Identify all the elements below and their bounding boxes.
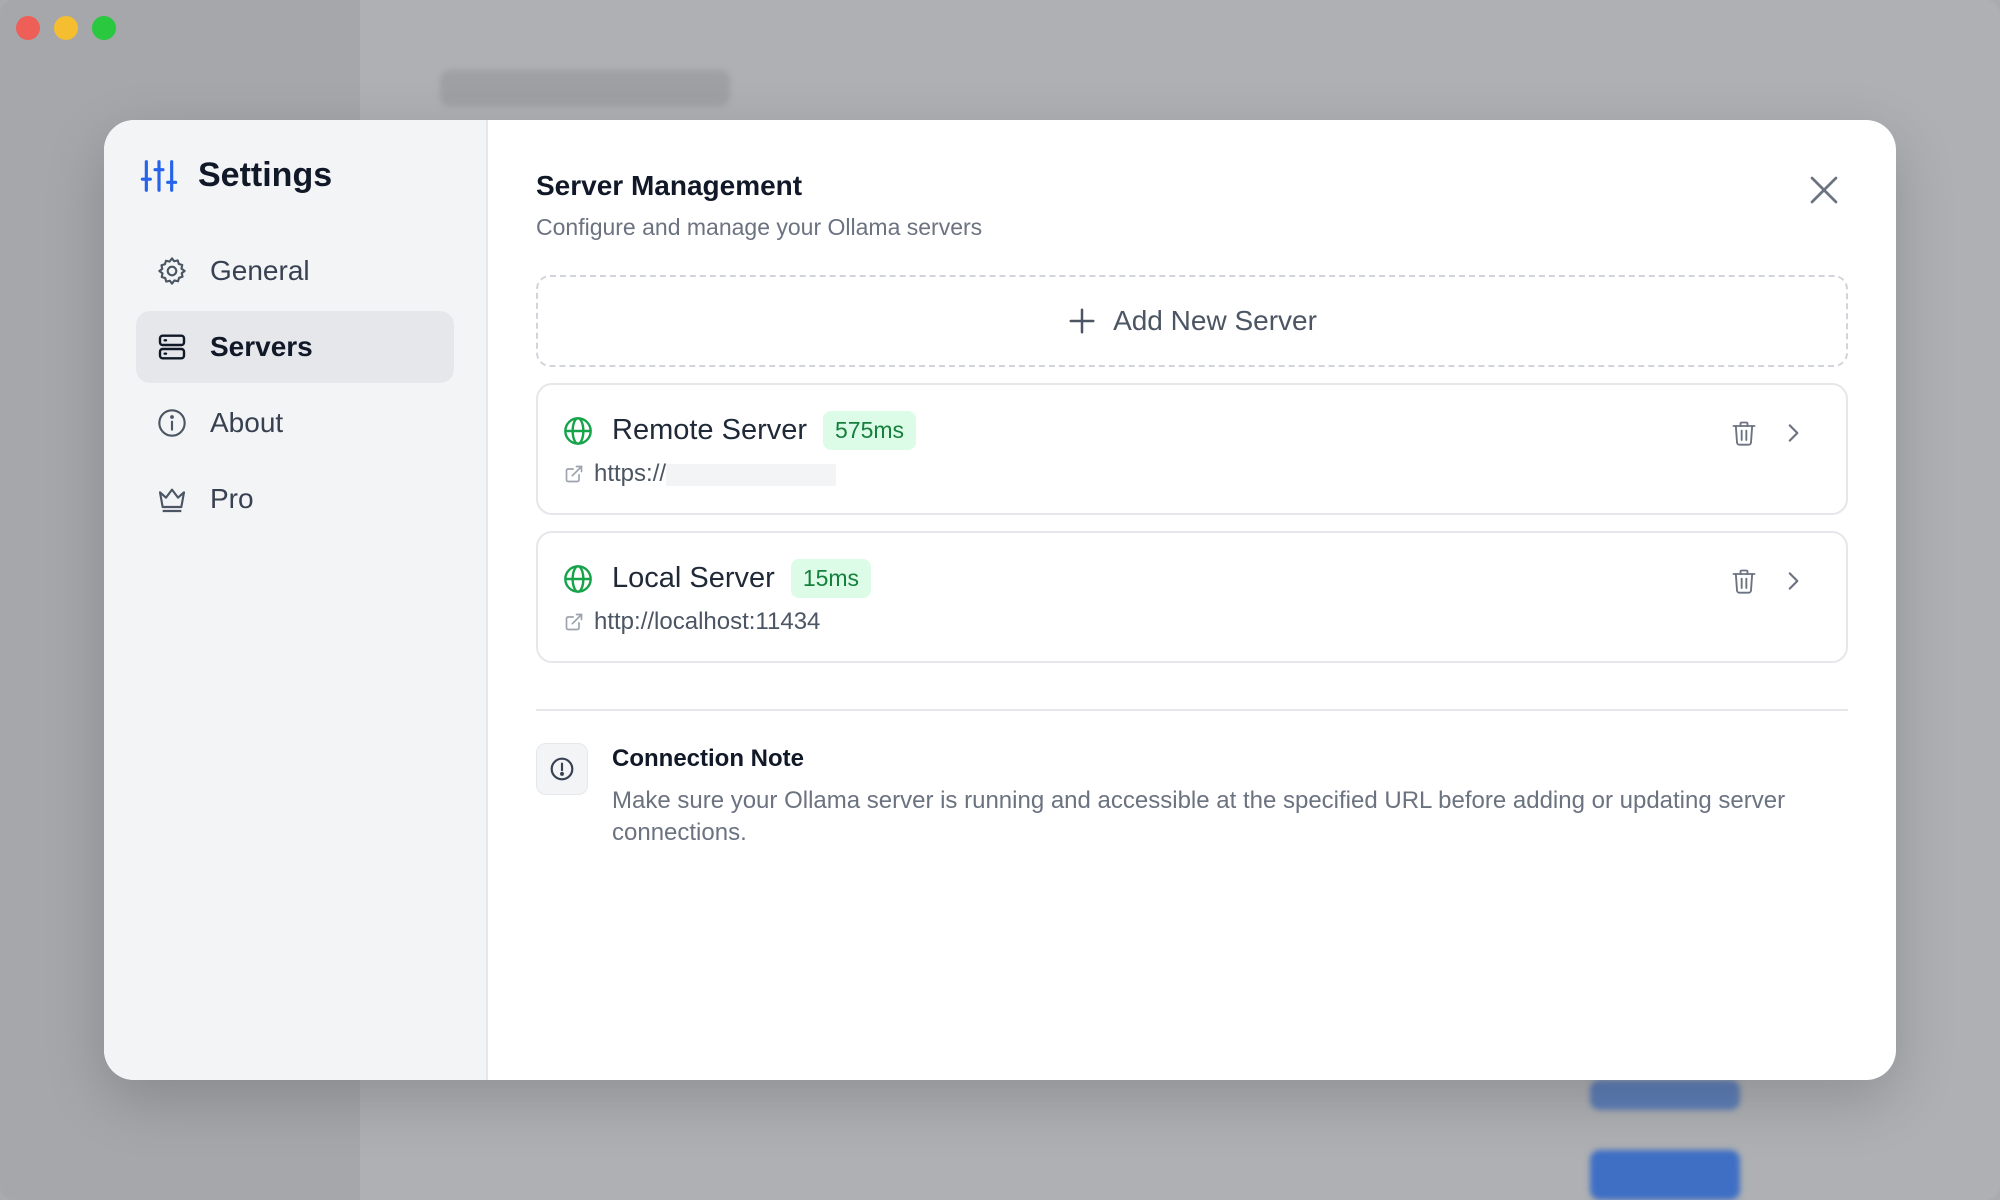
server-icon [158,334,186,360]
sidebar-item-label: Servers [210,331,313,362]
globe-icon [564,564,592,593]
settings-sidebar: Settings General Servers About Pro [104,120,488,1080]
close-window-button[interactable] [16,16,40,40]
info-icon [158,409,186,437]
server-management-panel: Server Management Configure and manage y… [488,120,1896,1080]
sidebar-title: Settings [198,156,333,194]
chevron-right-icon[interactable] [1780,420,1806,446]
close-icon[interactable] [1806,172,1842,208]
server-card-remote[interactable]: Remote Server 575ms https:// [536,383,1848,515]
server-card-local[interactable]: Local Server 15ms http://localhost:11434 [536,531,1848,663]
globe-icon [564,416,592,445]
server-url-text: https:// [594,460,667,487]
add-server-label: Add New Server [1113,305,1317,336]
sidebar-header: Settings [136,156,454,195]
plus-icon [1069,308,1095,334]
page-title: Server Management [536,170,803,201]
sliders-icon [140,159,178,192]
gear-icon [158,257,186,285]
app-window: Settings General Servers About Pro Serve… [0,0,2000,1200]
divider [536,709,1848,711]
server-name: Remote Server [612,414,808,446]
sidebar-item-label: About [210,407,284,438]
alert-circle-icon [550,757,574,781]
sidebar-item-about[interactable]: About [136,387,454,459]
latency-badge: 575ms [823,411,917,450]
settings-modal: Settings General Servers About Pro Serve… [104,120,1896,1080]
minimize-window-button[interactable] [54,16,78,40]
crown-icon [158,488,186,513]
server-url: http://localhost:11434 [594,608,821,635]
window-controls [16,16,116,40]
note-title: Connection Note [612,745,804,772]
sidebar-item-general[interactable]: General [136,235,454,307]
note-text: Make sure your Ollama server is running … [612,787,1786,846]
chevron-right-icon[interactable] [1780,568,1806,594]
background-button-2 [1590,1150,1740,1200]
sidebar-item-servers[interactable]: Servers [136,311,454,383]
alert-icon-box [536,743,588,795]
background-search [440,70,730,106]
background-button [1590,1080,1740,1110]
trash-icon[interactable] [1730,567,1758,595]
sidebar-item-label: General [210,255,310,286]
external-link-icon[interactable] [564,612,584,632]
sidebar-item-pro[interactable]: Pro [136,463,454,535]
external-link-icon[interactable] [564,464,584,484]
latency-badge: 15ms [790,559,872,598]
server-name: Local Server [612,562,775,594]
trash-icon[interactable] [1730,419,1758,447]
sidebar-item-label: Pro [210,483,254,514]
add-server-button[interactable]: Add New Server [536,275,1848,367]
server-url: https:// [594,460,837,488]
connection-note: Connection Note Make sure your Ollama se… [536,743,1848,849]
redacted-url [666,463,837,486]
zoom-window-button[interactable] [92,16,116,40]
page-subtitle: Configure and manage your Ollama servers [536,214,983,240]
